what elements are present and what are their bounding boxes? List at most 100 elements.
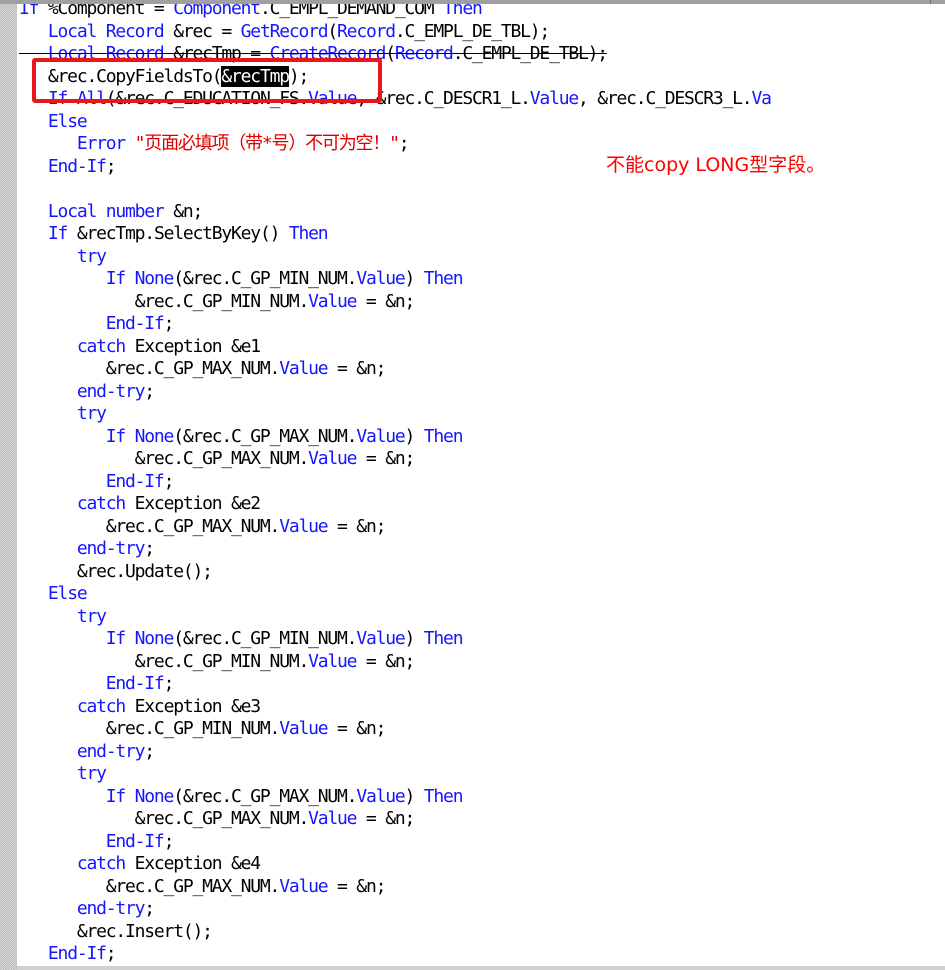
code-token: ) bbox=[404, 628, 424, 649]
code-token: &n; bbox=[173, 200, 203, 222]
code-line: End-If; bbox=[19, 673, 175, 696]
code-line: end-try; bbox=[19, 898, 155, 921]
code-token: Va bbox=[751, 88, 771, 109]
code-token: Value bbox=[308, 448, 357, 469]
code-token: &rec.Insert(); bbox=[19, 920, 213, 942]
code-token: If None bbox=[105, 425, 175, 447]
code-line: If None(&rec.C_GP_MAX_NUM.Value) Then bbox=[19, 785, 464, 809]
code-token: Value bbox=[308, 290, 357, 312]
horizontal-scrollbar[interactable] bbox=[17, 966, 945, 970]
code-line: &rec.Update(); bbox=[19, 561, 213, 584]
code-token: = &n; bbox=[327, 718, 386, 739]
code-token: ; bbox=[144, 380, 155, 402]
code-line: &rec.C_GP_MAX_NUM.Value = &n; bbox=[19, 448, 416, 471]
code-line: Local number &n; bbox=[19, 200, 203, 224]
code-token: If bbox=[47, 223, 77, 244]
code-token: End-If bbox=[105, 830, 165, 852]
code-token: End-If bbox=[105, 470, 165, 492]
code-token: ; bbox=[163, 830, 175, 852]
code-token: &rec = bbox=[173, 20, 241, 42]
code-token: Value bbox=[308, 650, 357, 672]
code-token: ; bbox=[163, 673, 175, 694]
code-token: &rec.C_GP_MAX_NUM. bbox=[19, 875, 281, 897]
code-token: = &n; bbox=[327, 358, 386, 379]
code-token: Exception &e1 bbox=[134, 335, 261, 357]
code-token: (&rec.C_GP_MIN_NUM. bbox=[173, 268, 357, 289]
code-token: (&rec.C_GP_MAX_NUM. bbox=[173, 785, 357, 807]
code-token: &rec.C_GP_MIN_NUM. bbox=[19, 718, 281, 739]
code-token: If None bbox=[105, 628, 175, 649]
code-token: &recTmp.SelectByKey() bbox=[76, 223, 289, 244]
code-line: Local Record &rec = GetRecord(Record.C_E… bbox=[19, 20, 550, 44]
code-token: Then bbox=[443, 4, 483, 19]
code-token: Error bbox=[76, 133, 135, 154]
code-token: , &rec.C_DESCR3_L. bbox=[577, 88, 753, 109]
code-token: end-try bbox=[76, 898, 146, 919]
code-line: catch Exception &e3 bbox=[19, 695, 261, 719]
code-token: &rec.C_GP_MAX_NUM. bbox=[19, 358, 281, 379]
code-token: , &rec.C_DESCR1_L. bbox=[356, 88, 531, 109]
code-token: Else bbox=[47, 110, 88, 132]
code-line: End-If; bbox=[19, 156, 117, 179]
code-token: Component bbox=[173, 4, 261, 19]
code-token: = &n; bbox=[356, 448, 415, 469]
code-token: catch bbox=[76, 493, 135, 514]
code-line: If None(&rec.C_GP_MIN_NUM.Value) Then bbox=[19, 628, 464, 651]
code-token: ; bbox=[163, 470, 175, 492]
code-token: ) bbox=[404, 785, 424, 807]
code-line: Else bbox=[19, 583, 88, 606]
code-token: .C_EMPL_DEMAND_COM bbox=[259, 4, 444, 19]
code-token: Value bbox=[279, 358, 328, 379]
code-token: End-If bbox=[105, 673, 165, 694]
code-token: end-try bbox=[76, 740, 146, 762]
code-token: Value bbox=[356, 425, 405, 447]
code-token: ( bbox=[327, 20, 338, 42]
code-token: End-If bbox=[105, 313, 165, 334]
code-token: end-try bbox=[76, 538, 146, 559]
code-line: &rec.C_GP_MIN_NUM.Value = &n; bbox=[19, 718, 387, 741]
code-token: = &n; bbox=[356, 290, 415, 312]
code-token: try bbox=[76, 763, 107, 784]
code-line: try bbox=[19, 246, 107, 269]
code-token: catch bbox=[76, 695, 135, 717]
code-line: If &recTmp.SelectByKey() Then bbox=[19, 223, 329, 246]
code-token: (&rec.C_GP_MIN_NUM. bbox=[173, 628, 357, 649]
code-token: ; bbox=[105, 943, 117, 964]
code-token: &rec.C_GP_MAX_NUM. bbox=[19, 808, 310, 829]
code-editor[interactable]: If %Component = Component.C_EMPL_DEMAND_… bbox=[17, 4, 945, 970]
code-token: Value bbox=[279, 718, 328, 739]
code-line: End-If; bbox=[19, 470, 175, 494]
code-token: Then bbox=[423, 425, 464, 447]
code-token: Record bbox=[394, 43, 454, 64]
code-token: .C_EMPL_DE_TBL); bbox=[394, 20, 550, 42]
code-token: (&rec.C_GP_MAX_NUM. bbox=[173, 425, 357, 447]
code-token: Exception &e4 bbox=[134, 853, 261, 874]
code-line: Else bbox=[19, 110, 88, 134]
code-line: If %Component = Component.C_EMPL_DEMAND_… bbox=[19, 4, 483, 21]
code-token: ; bbox=[144, 740, 155, 762]
code-token: End-If bbox=[47, 943, 107, 964]
code-token: Then bbox=[288, 223, 329, 244]
code-token: ) bbox=[404, 425, 424, 447]
code-token: &rec.C_GP_MAX_NUM. bbox=[19, 515, 281, 537]
code-token: Value bbox=[308, 808, 357, 829]
code-token: = &n; bbox=[356, 808, 415, 829]
code-token: Then bbox=[423, 628, 464, 649]
code-line: end-try; bbox=[19, 538, 155, 561]
code-token: Value bbox=[529, 88, 579, 109]
code-token: ; bbox=[144, 538, 155, 559]
